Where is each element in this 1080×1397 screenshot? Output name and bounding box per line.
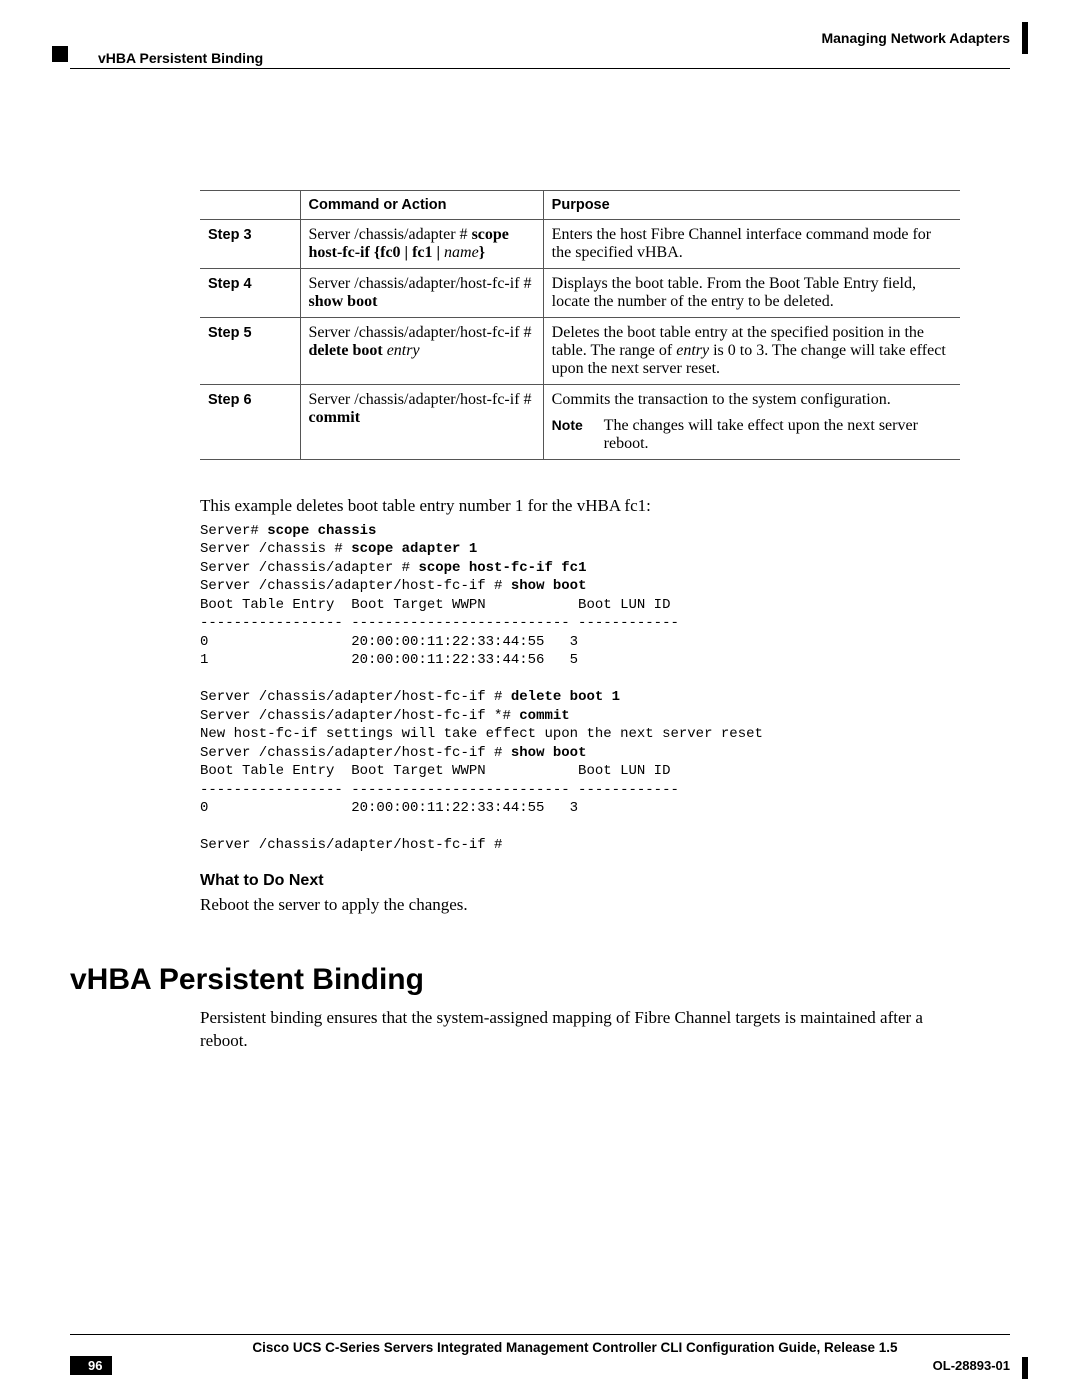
- document-id: OL-28893-01: [933, 1358, 1010, 1373]
- header-rule: [70, 68, 1010, 69]
- note-label: Note: [552, 417, 600, 433]
- purpose-cell: Commits the transaction to the system co…: [543, 385, 960, 460]
- chapter-title: Managing Network Adapters: [821, 30, 1010, 46]
- step-label: Step 3: [208, 227, 252, 243]
- what-to-do-next-heading: What to Do Next: [200, 872, 960, 890]
- step-label: Step 5: [208, 325, 252, 341]
- command-cell: Server /chassis/adapter/host-fc-if # sho…: [300, 269, 543, 318]
- command-cell: Server /chassis/adapter/host-fc-if # del…: [300, 318, 543, 385]
- col-command: Command or Action: [300, 191, 543, 220]
- page-number: 96: [70, 1356, 112, 1375]
- footer-ornament-right: [1022, 1357, 1028, 1379]
- step-label: Step 6: [208, 392, 252, 408]
- footer-rule: [70, 1334, 1010, 1335]
- page-footer: Cisco UCS C-Series Servers Integrated Ma…: [70, 1334, 1010, 1355]
- section-heading: vHBA Persistent Binding: [70, 963, 960, 997]
- note-body: The changes will take effect upon the ne…: [604, 417, 948, 453]
- header-ornament-square: [52, 46, 68, 62]
- cli-example: Server# scope chassis Server /chassis # …: [200, 522, 960, 854]
- header-ornament-right: [1022, 22, 1028, 54]
- page-header: Managing Network Adapters vHBA Persisten…: [70, 30, 1010, 70]
- footer-title: Cisco UCS C-Series Servers Integrated Ma…: [70, 1340, 1010, 1355]
- section-body: Persistent binding ensures that the syst…: [200, 1007, 960, 1053]
- purpose-cell: Deletes the boot table entry at the spec…: [543, 318, 960, 385]
- section-running-head: vHBA Persistent Binding: [98, 50, 263, 66]
- col-step: [200, 191, 300, 220]
- col-purpose: Purpose: [543, 191, 960, 220]
- what-to-do-next-body: Reboot the server to apply the changes.: [200, 894, 960, 917]
- purpose-cell: Enters the host Fibre Channel interface …: [543, 220, 960, 269]
- command-cell: Server /chassis/adapter/host-fc-if # com…: [300, 385, 543, 460]
- step-label: Step 4: [208, 276, 252, 292]
- example-intro: This example deletes boot table entry nu…: [200, 496, 960, 516]
- command-cell: Server /chassis/adapter # scope host-fc-…: [300, 220, 543, 269]
- purpose-cell: Displays the boot table. From the Boot T…: [543, 269, 960, 318]
- procedure-table: Command or Action Purpose Step 3 Server …: [200, 190, 960, 460]
